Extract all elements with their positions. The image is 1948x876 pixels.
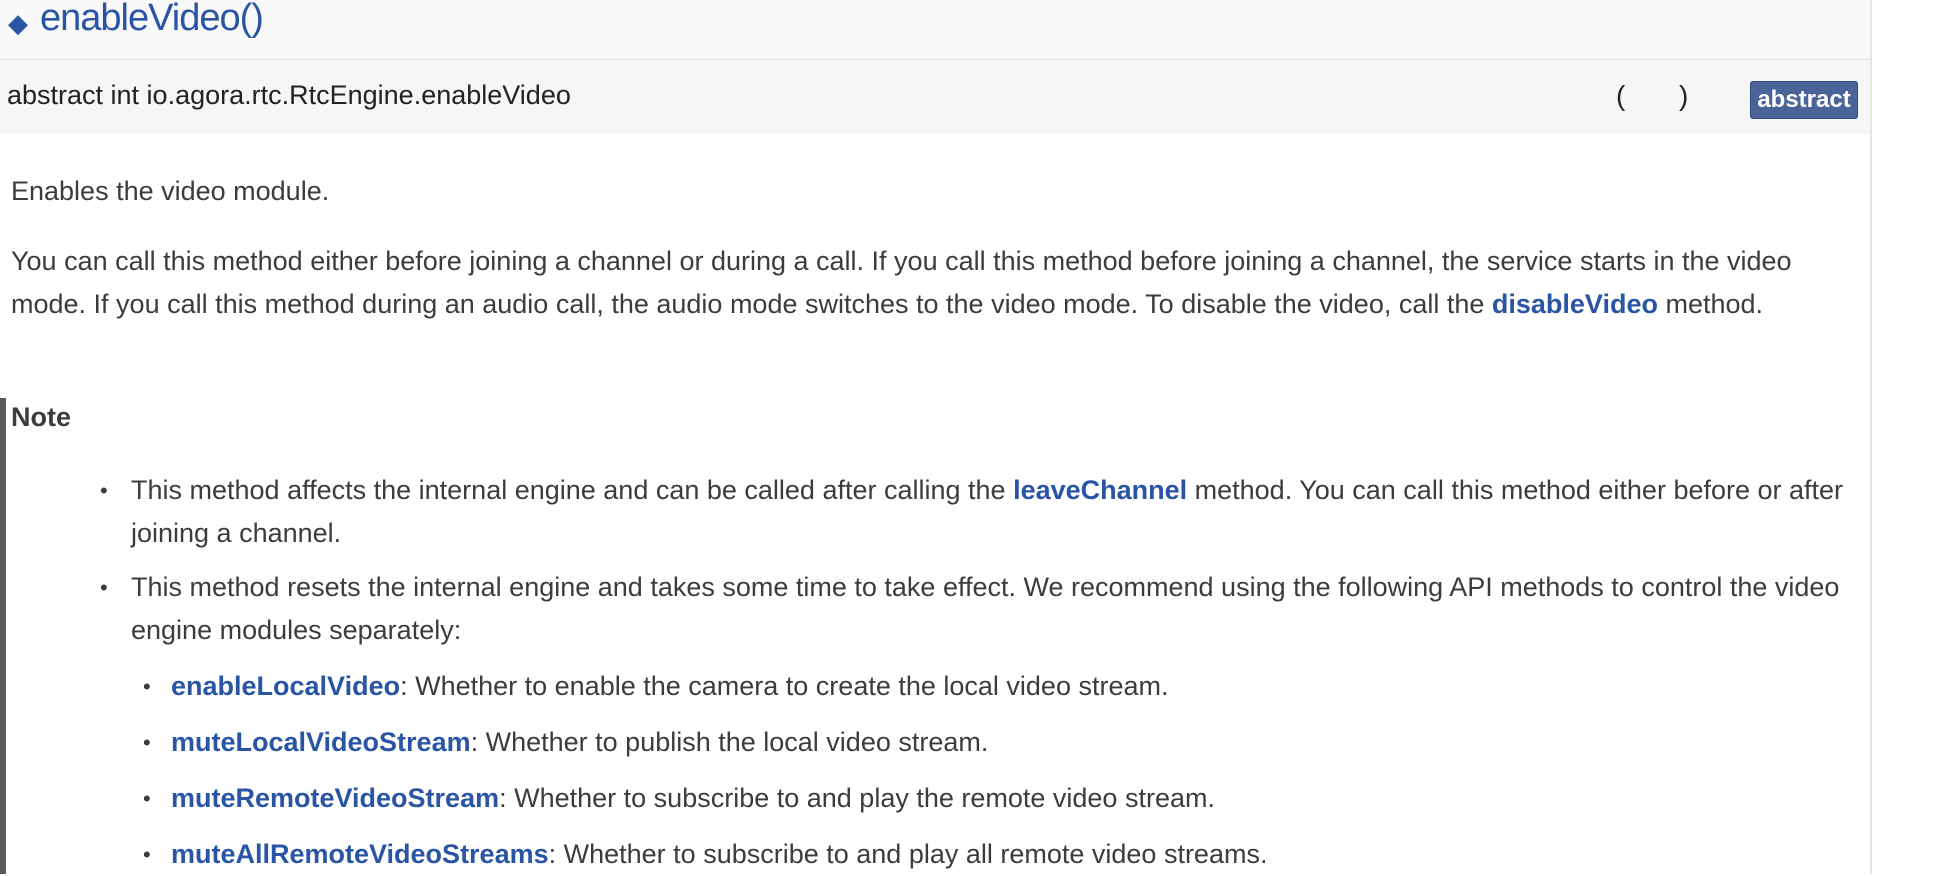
member-title: enableVideo()	[40, 0, 264, 39]
sub-item-mute-all-remote-video-streams: • muteAllRemoteVideoStreams: Whether to …	[143, 833, 1861, 876]
sub-item-text: : Whether to subscribe to and play all r…	[548, 839, 1268, 869]
sub-item-mute-local-video-stream: • muteLocalVideoStream: Whether to publi…	[143, 721, 1861, 764]
paren-open: (	[1616, 80, 1626, 111]
abstract-badge: abstract	[1750, 81, 1858, 119]
sub-item-enable-local-video: • enableLocalVideo: Whether to enable th…	[143, 665, 1861, 708]
note-bullet-1-pre: This method affects the internal engine …	[131, 475, 1014, 505]
diamond-icon: ◆	[8, 8, 28, 38]
bullet-icon: •	[143, 730, 151, 755]
note-border	[0, 398, 6, 874]
sub-item-text: : Whether to subscribe to and play the r…	[499, 783, 1215, 813]
mute-local-video-stream-link[interactable]: muteLocalVideoStream	[171, 727, 471, 757]
bullet-icon: •	[100, 478, 108, 503]
method-signature: abstract int io.agora.rtc.RtcEngine.enab…	[7, 80, 571, 110]
bullet-icon: •	[143, 842, 151, 867]
disable-video-link[interactable]: disableVideo	[1492, 289, 1658, 319]
member-item: ◆ enableVideo() abstract int io.agora.rt…	[0, 0, 1872, 874]
sub-item-text: : Whether to enable the camera to create…	[400, 671, 1169, 701]
note-bullet-2: • This method resets the internal engine…	[100, 566, 1861, 652]
detail-text-post: method.	[1657, 289, 1764, 319]
enable-local-video-link[interactable]: enableLocalVideo	[171, 671, 400, 701]
member-title-bar: ◆ enableVideo()	[0, 0, 1870, 60]
bullet-icon: •	[143, 674, 151, 699]
note-bullet-2-text: This method resets the internal engine a…	[131, 572, 1840, 645]
detail-paragraph: You can call this method either before j…	[11, 240, 1851, 326]
bullet-icon: •	[100, 575, 108, 600]
mute-all-remote-video-streams-link[interactable]: muteAllRemoteVideoStreams	[171, 839, 549, 869]
sub-item-mute-remote-video-stream: • muteRemoteVideoStream: Whether to subs…	[143, 777, 1861, 820]
sub-item-text: : Whether to publish the local video str…	[470, 727, 989, 757]
bullet-icon: •	[143, 786, 151, 811]
note-bullet-1: • This method affects the internal engin…	[100, 469, 1861, 555]
leave-channel-link[interactable]: leaveChannel	[1013, 475, 1187, 505]
note-title: Note	[11, 402, 71, 432]
paren-close: )	[1679, 80, 1689, 111]
summary-paragraph: Enables the video module.	[11, 176, 330, 206]
mute-remote-video-stream-link[interactable]: muteRemoteVideoStream	[171, 783, 499, 813]
